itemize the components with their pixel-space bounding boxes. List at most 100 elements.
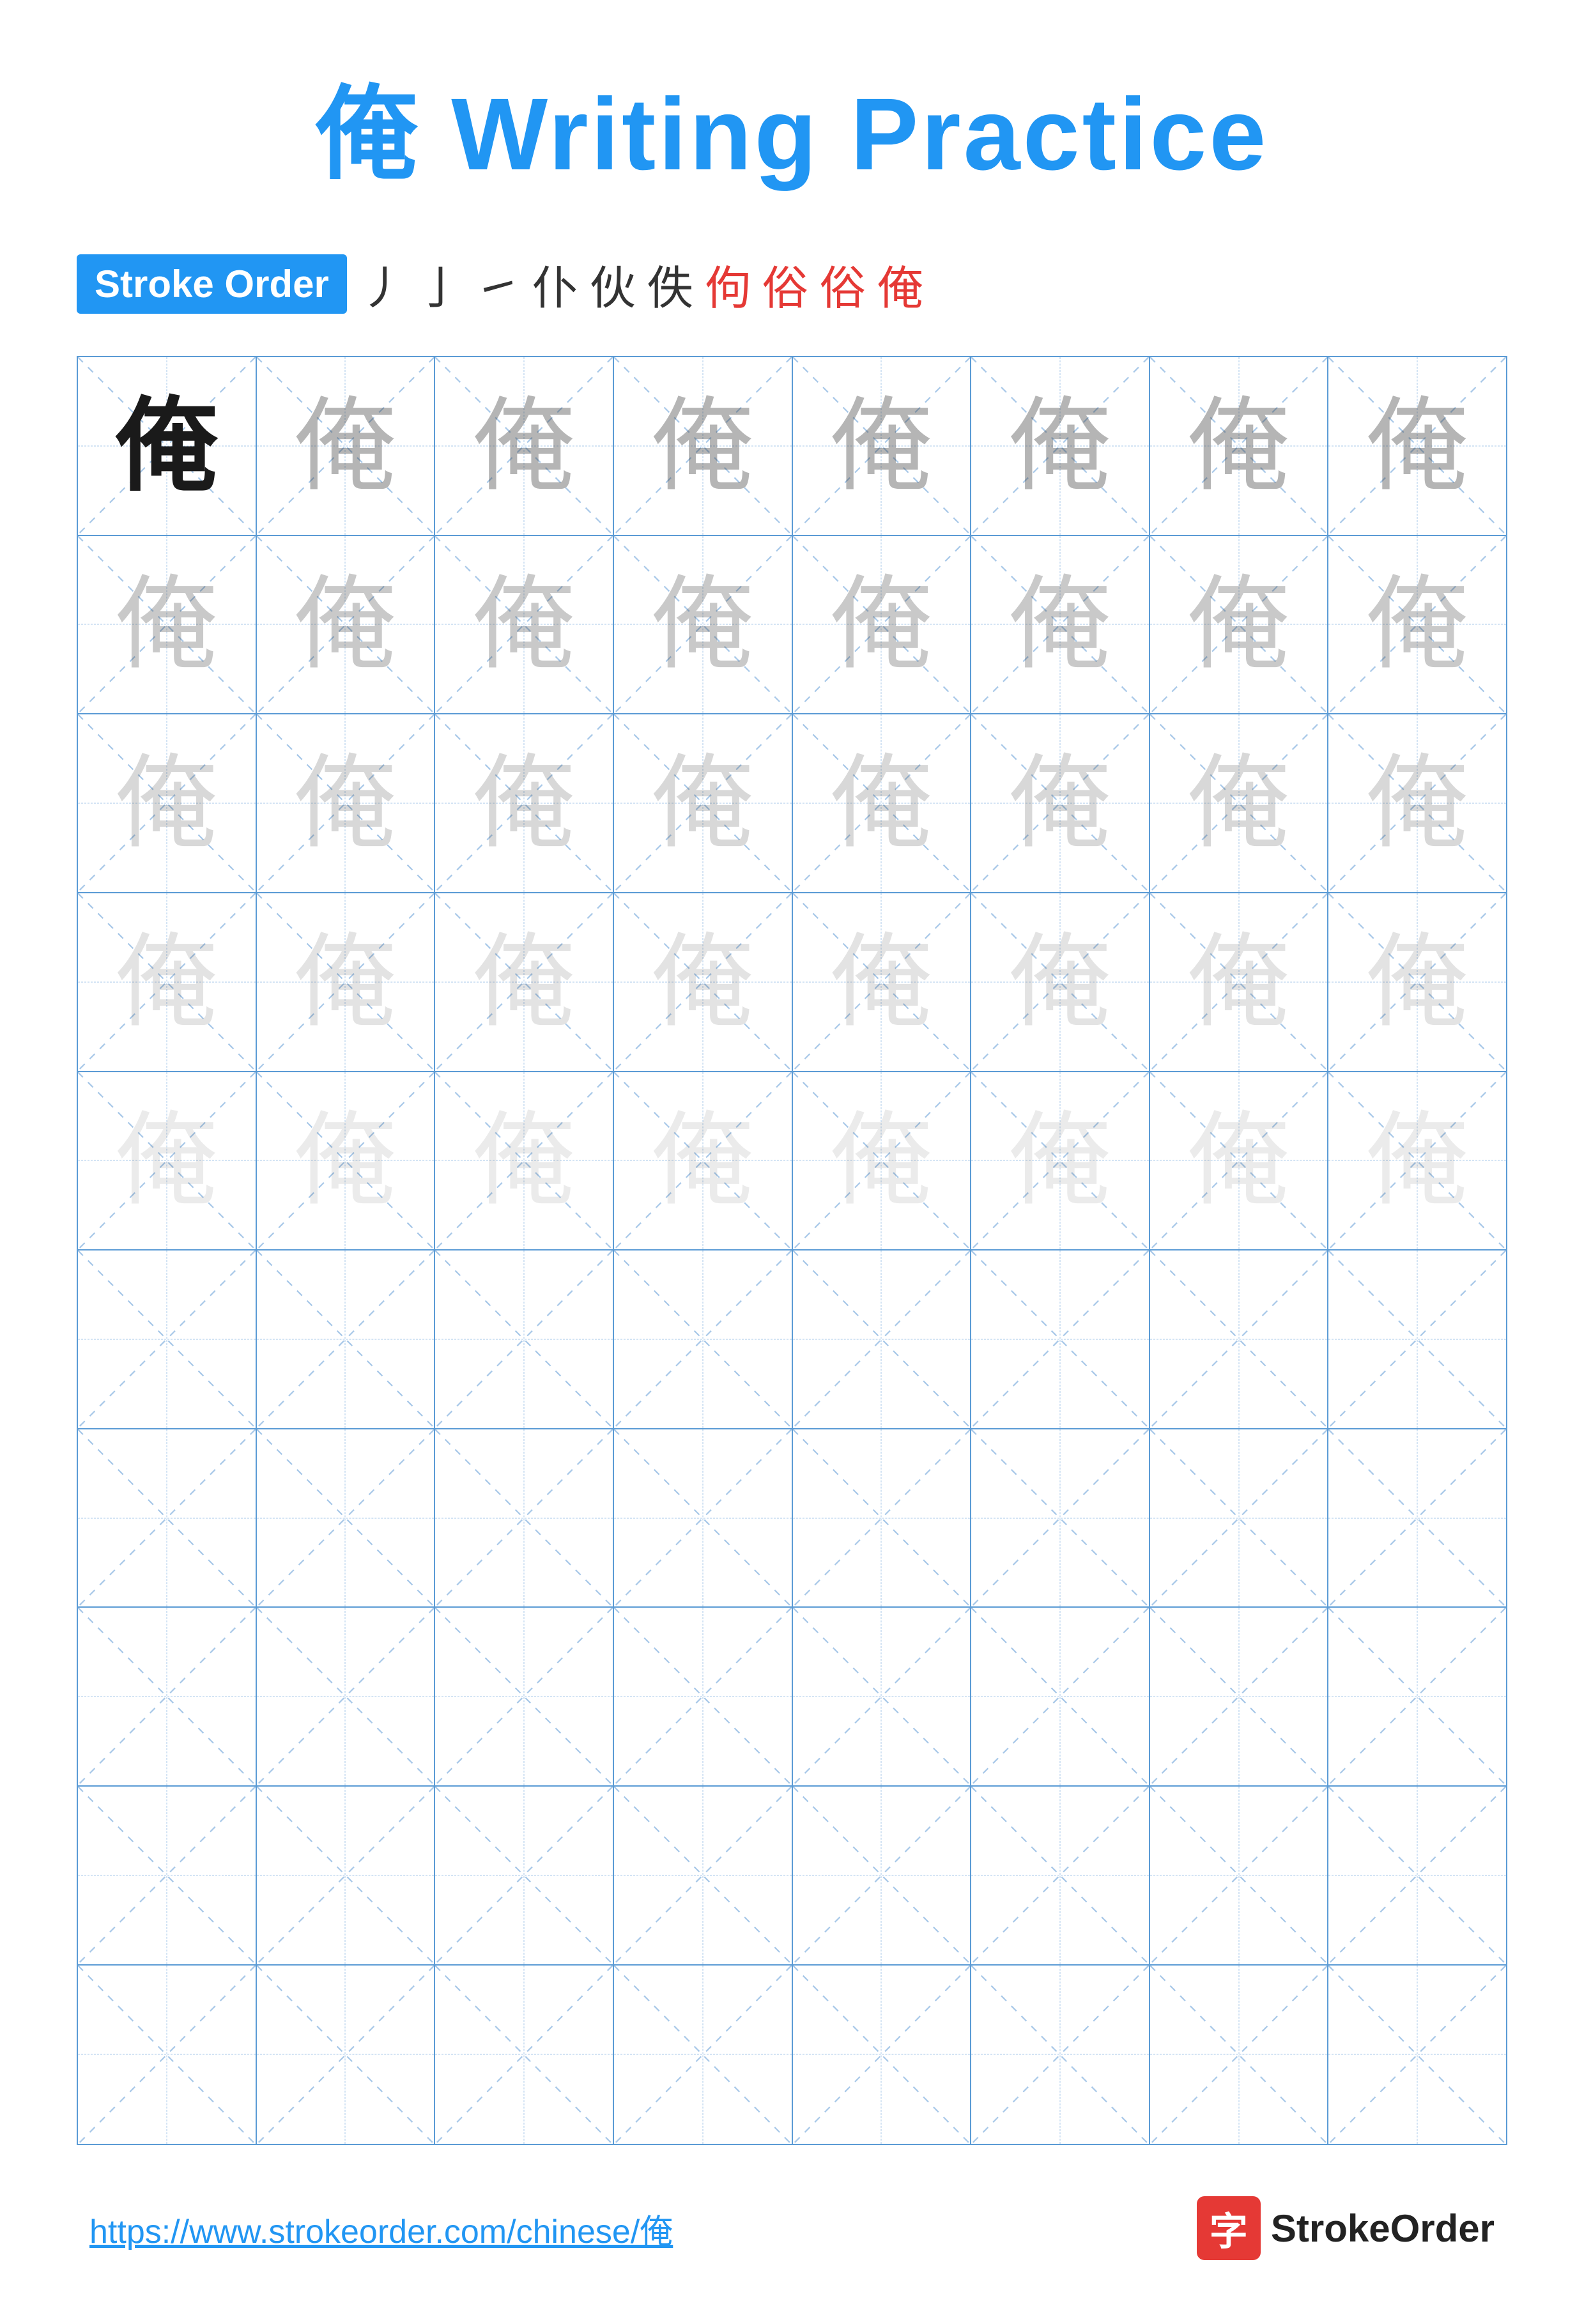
cell-2-4[interactable]: 俺 [614,536,793,715]
grid-row-6 [78,1250,1506,1429]
grid-row-2: 俺 俺 俺 俺 俺 俺 俺 [78,536,1506,715]
page-container: 俺 Writing Practice Stroke Order 丿 亅 ㇀ 仆 … [0,0,1584,2324]
cell-8-4[interactable] [614,1608,793,1787]
cell-3-5[interactable]: 俺 [793,714,972,893]
stroke-4: 仆 [532,250,578,318]
cell-8-7[interactable] [1150,1608,1329,1787]
cell-6-6[interactable] [971,1250,1150,1429]
cell-2-1[interactable]: 俺 [78,536,257,715]
cell-2-5[interactable]: 俺 [793,536,972,715]
cell-7-8[interactable] [1328,1429,1506,1608]
cell-1-1[interactable]: 俺 [78,357,257,536]
cell-7-4[interactable] [614,1429,793,1608]
page-title: 俺 Writing Practice [316,51,1269,199]
cell-8-3[interactable] [435,1608,614,1787]
cell-5-3[interactable]: 俺 [435,1072,614,1251]
cell-10-5[interactable] [793,1966,972,2144]
cell-5-2[interactable]: 俺 [257,1072,436,1251]
title-char: 俺 [316,77,420,191]
cell-1-7[interactable]: 俺 [1150,357,1329,536]
cell-1-6[interactable]: 俺 [971,357,1150,536]
cell-6-5[interactable] [793,1250,972,1429]
cell-6-1[interactable] [78,1250,257,1429]
cell-5-1[interactable]: 俺 [78,1072,257,1251]
cell-4-4[interactable]: 俺 [614,893,793,1072]
cell-5-8[interactable]: 俺 [1328,1072,1506,1251]
stroke-6: 佚 [647,250,693,318]
cell-7-5[interactable] [793,1429,972,1608]
cell-9-1[interactable] [78,1787,257,1966]
cell-5-4[interactable]: 俺 [614,1072,793,1251]
cell-8-6[interactable] [971,1608,1150,1787]
cell-9-2[interactable] [257,1787,436,1966]
cell-9-5[interactable] [793,1787,972,1966]
cell-8-5[interactable] [793,1608,972,1787]
cell-1-2[interactable]: 俺 [257,357,436,536]
cell-6-4[interactable] [614,1250,793,1429]
cell-4-6[interactable]: 俺 [971,893,1150,1072]
cell-3-7[interactable]: 俺 [1150,714,1329,893]
cell-4-2[interactable]: 俺 [257,893,436,1072]
cell-9-6[interactable] [971,1787,1150,1966]
cell-4-3[interactable]: 俺 [435,893,614,1072]
grid-row-1: 俺 俺 俺 俺 俺 俺 俺 [78,357,1506,536]
cell-8-8[interactable] [1328,1608,1506,1787]
cell-2-3[interactable]: 俺 [435,536,614,715]
cell-6-3[interactable] [435,1250,614,1429]
footer-logo: 字 StrokeOrder [1197,2196,1495,2260]
cell-5-5[interactable]: 俺 [793,1072,972,1251]
cell-10-2[interactable] [257,1966,436,2144]
cell-5-6[interactable]: 俺 [971,1072,1150,1251]
cell-2-6[interactable]: 俺 [971,536,1150,715]
cell-3-6[interactable]: 俺 [971,714,1150,893]
cell-1-4[interactable]: 俺 [614,357,793,536]
cell-9-7[interactable] [1150,1787,1329,1966]
stroke-8: 俗 [762,250,808,318]
cell-2-2[interactable]: 俺 [257,536,436,715]
cell-3-2[interactable]: 俺 [257,714,436,893]
cell-4-8[interactable]: 俺 [1328,893,1506,1072]
cell-6-7[interactable] [1150,1250,1329,1429]
cell-3-4[interactable]: 俺 [614,714,793,893]
cell-3-3[interactable]: 俺 [435,714,614,893]
cell-4-7[interactable]: 俺 [1150,893,1329,1072]
cell-10-8[interactable] [1328,1966,1506,2144]
cell-10-4[interactable] [614,1966,793,2144]
practice-grid: 俺 俺 俺 俺 俺 俺 俺 [77,356,1507,2145]
cell-4-5[interactable]: 俺 [793,893,972,1072]
stroke-5: 伙 [590,250,636,318]
cell-1-3[interactable]: 俺 [435,357,614,536]
footer: https://www.strokeorder.com/chinese/俺 字 … [77,2196,1507,2260]
cell-10-6[interactable] [971,1966,1150,2144]
cell-9-3[interactable] [435,1787,614,1966]
cell-10-3[interactable] [435,1966,614,2144]
cell-3-8[interactable]: 俺 [1328,714,1506,893]
cell-7-6[interactable] [971,1429,1150,1608]
grid-row-5: 俺 俺 俺 俺 俺 俺 俺 [78,1072,1506,1251]
cell-9-8[interactable] [1328,1787,1506,1966]
cell-6-2[interactable] [257,1250,436,1429]
cell-8-2[interactable] [257,1608,436,1787]
stroke-7: 佝 [705,250,751,318]
cell-7-1[interactable] [78,1429,257,1608]
cell-7-3[interactable] [435,1429,614,1608]
cell-2-7[interactable]: 俺 [1150,536,1329,715]
cell-4-1[interactable]: 俺 [78,893,257,1072]
cell-2-8[interactable]: 俺 [1328,536,1506,715]
cell-1-5[interactable]: 俺 [793,357,972,536]
cell-5-7[interactable]: 俺 [1150,1072,1329,1251]
cell-1-8[interactable]: 俺 [1328,357,1506,536]
cell-7-2[interactable] [257,1429,436,1608]
cell-3-1[interactable]: 俺 [78,714,257,893]
char-solid: 俺 [116,395,218,497]
cell-9-4[interactable] [614,1787,793,1966]
cell-6-8[interactable] [1328,1250,1506,1429]
cell-7-7[interactable] [1150,1429,1329,1608]
cell-8-1[interactable] [78,1608,257,1787]
footer-link[interactable]: https://www.strokeorder.com/chinese/俺 [89,2205,673,2252]
grid-row-10 [78,1966,1506,2144]
grid-row-7 [78,1429,1506,1608]
cell-10-7[interactable] [1150,1966,1329,2144]
cell-10-1[interactable] [78,1966,257,2144]
grid-row-4: 俺 俺 俺 俺 俺 俺 俺 [78,893,1506,1072]
